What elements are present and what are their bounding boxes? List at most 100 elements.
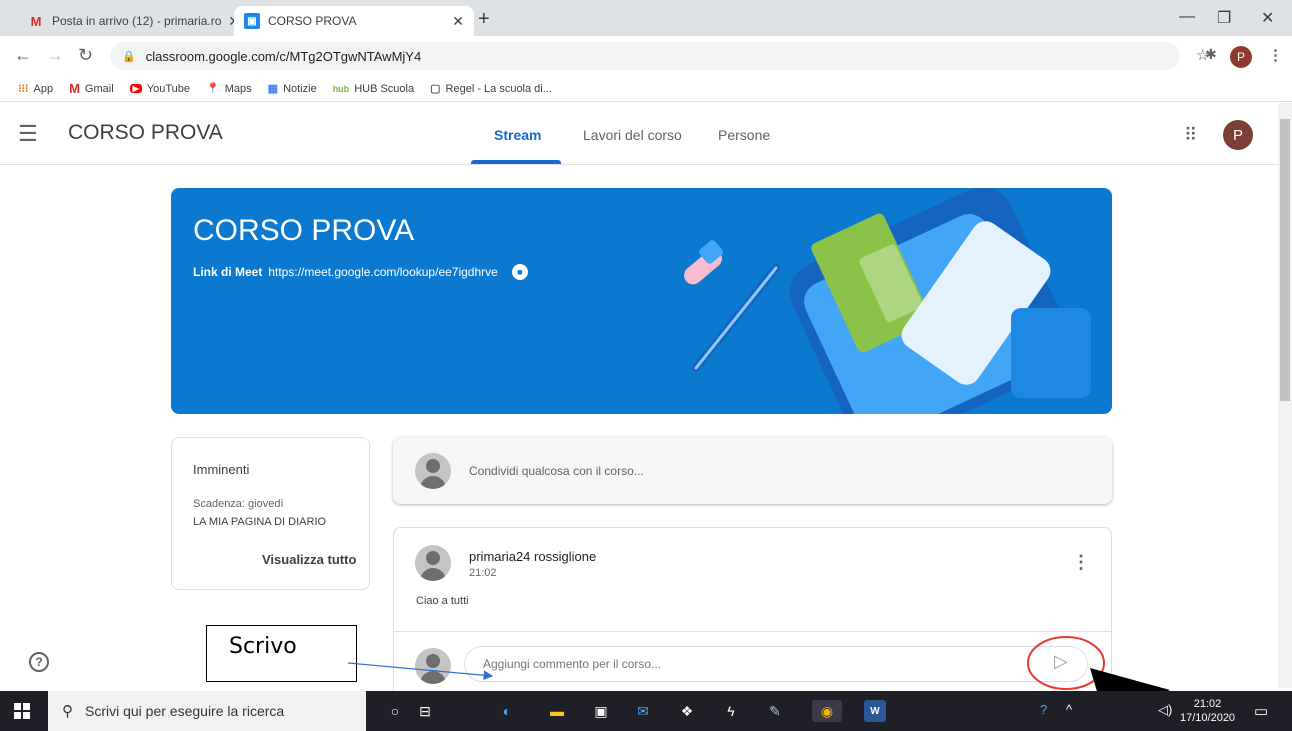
bookmark-maps[interactable]: 📍 Maps bbox=[206, 82, 252, 96]
store-icon[interactable]: ▣ bbox=[590, 700, 612, 722]
tab-title: CORSO PROVA bbox=[268, 14, 357, 28]
comment-input[interactable] bbox=[464, 646, 1088, 682]
help-tray-icon[interactable]: ? bbox=[1040, 702, 1047, 717]
tab-title: Posta in arrivo (12) - primaria.ros bbox=[52, 14, 223, 28]
upcoming-title: Imminenti bbox=[193, 462, 250, 477]
account-avatar[interactable]: P bbox=[1223, 120, 1253, 150]
post-time: 21:02 bbox=[469, 567, 497, 579]
user-avatar bbox=[415, 648, 451, 684]
bookmark-label: Maps bbox=[224, 82, 252, 95]
lock-icon: 🔒 bbox=[122, 50, 136, 63]
word-icon[interactable]: W bbox=[864, 700, 886, 722]
forward-icon[interactable]: → bbox=[46, 45, 64, 66]
backpack-illustration bbox=[684, 188, 1091, 414]
bookmark-label: Gmail bbox=[84, 82, 114, 95]
browser-toolbar: ← → ↻ 🔒 classroom.google.com/c/MTg2OTgwN… bbox=[0, 36, 1292, 76]
page-icon: ▢ bbox=[430, 83, 441, 95]
course-title[interactable]: CORSO PROVA bbox=[68, 121, 223, 145]
apps-grid-icon: ⁝⁝⁝ bbox=[18, 83, 29, 95]
send-icon[interactable]: ▷ bbox=[1054, 651, 1068, 672]
upcoming-card: Imminenti Scadenza: giovedì LA MIA PAGIN… bbox=[171, 437, 370, 590]
user-avatar bbox=[415, 453, 451, 489]
clock-date: 17/10/2020 bbox=[1180, 712, 1236, 724]
search-placeholder: Scrivi qui per eseguire la ricerca bbox=[85, 703, 285, 719]
app-icon[interactable]: ϟ bbox=[720, 700, 742, 722]
paint-icon[interactable]: ✎ bbox=[764, 700, 786, 722]
share-box[interactable]: Condividi qualcosa con il corso... bbox=[393, 437, 1112, 504]
stream-post: primaria24 rossiglione 21:02 ⋮ Ciao a tu… bbox=[393, 527, 1112, 697]
bookmark-youtube[interactable]: ▶ YouTube bbox=[129, 82, 191, 95]
tab-gmail[interactable]: M Posta in arrivo (12) - primaria.ros ✕ bbox=[18, 6, 250, 36]
windows-start-icon[interactable] bbox=[14, 703, 30, 719]
reload-icon[interactable]: ↻ bbox=[78, 45, 93, 66]
classroom-icon: ▣ bbox=[244, 13, 260, 29]
share-placeholder[interactable]: Condividi qualcosa con il corso... bbox=[469, 464, 644, 478]
more-options-icon[interactable]: ⋮ bbox=[1072, 552, 1090, 573]
task-view-icon[interactable]: ⊟ bbox=[414, 700, 436, 722]
view-all-link[interactable]: Visualizza tutto bbox=[262, 552, 356, 567]
address-bar[interactable]: 🔒 classroom.google.com/c/MTg2OTgwNTAwMjY… bbox=[110, 42, 1180, 70]
bookmark-label: Regel - La scuola di... bbox=[445, 82, 552, 95]
bookmark-label: HUB Scuola bbox=[354, 82, 415, 95]
file-explorer-icon[interactable]: ▬ bbox=[546, 700, 568, 722]
bookmark-hub-scuola[interactable]: hub HUB Scuola bbox=[333, 83, 414, 95]
gmail-icon: M bbox=[30, 13, 42, 29]
windows-taskbar: ⚲ Scrivi qui per eseguire la ricerca ○ ⊟… bbox=[0, 691, 1292, 731]
divider bbox=[394, 631, 1111, 632]
tab-classroom[interactable]: ▣ CORSO PROVA ✕ bbox=[234, 6, 474, 36]
tab-people[interactable]: Persone bbox=[718, 127, 770, 143]
edge-icon[interactable]: ◐ bbox=[496, 700, 518, 722]
puzzle-icon[interactable]: ✱ bbox=[1205, 46, 1217, 63]
hamburger-menu-icon[interactable]: ☰ bbox=[18, 121, 38, 147]
search-icon: ⚲ bbox=[62, 703, 73, 720]
minimize-icon[interactable]: — bbox=[1179, 8, 1195, 26]
bookmark-label: YouTube bbox=[146, 82, 191, 95]
course-banner: CORSO PROVA Link di Meet https://meet.go… bbox=[171, 188, 1112, 414]
bookmark-label: App bbox=[33, 82, 54, 95]
maps-icon: 📍 bbox=[206, 83, 220, 95]
clock-time: 21:02 bbox=[1193, 698, 1222, 710]
chrome-menu-icon[interactable]: ⋮ bbox=[1268, 46, 1283, 64]
tab-stream[interactable]: Stream bbox=[494, 127, 541, 143]
notification-icon[interactable]: ▭ bbox=[1254, 702, 1268, 720]
post-author: primaria24 rossiglione bbox=[469, 549, 597, 564]
taskbar-search[interactable]: ⚲ Scrivi qui per eseguire la ricerca bbox=[48, 691, 366, 731]
tray-chevron-icon[interactable]: ^ bbox=[1066, 702, 1072, 717]
hub-icon: hub bbox=[332, 83, 350, 94]
active-tab-indicator bbox=[471, 160, 561, 164]
tab-classwork[interactable]: Lavori del corso bbox=[583, 127, 682, 143]
bookmark-label: Notizie bbox=[283, 82, 317, 95]
back-icon[interactable]: ← bbox=[14, 45, 32, 66]
upcoming-due: Scadenza: giovedì bbox=[193, 498, 284, 510]
volume-icon[interactable]: ◁) bbox=[1158, 702, 1172, 718]
post-body: Ciao a tutti bbox=[416, 595, 469, 607]
close-tab-icon[interactable]: ✕ bbox=[452, 13, 464, 30]
cortana-icon[interactable]: ○ bbox=[384, 700, 406, 722]
annotation-note: Scrivo bbox=[206, 625, 357, 682]
browser-tab-strip: M Posta in arrivo (12) - primaria.ros ✕ … bbox=[0, 0, 1292, 36]
bookmark-app[interactable]: ⁝⁝⁝ App bbox=[18, 82, 54, 96]
url-text: classroom.google.com/c/MTg2OTgwNTAwMjY4 bbox=[145, 48, 422, 64]
bookmarks-bar: ⁝⁝⁝ App M Gmail ▶ YouTube 📍 Maps ▦ Notizie hu… bbox=[0, 76, 1292, 102]
dropbox-icon[interactable]: ❖ bbox=[676, 700, 698, 722]
youtube-icon: ▶ bbox=[129, 84, 142, 93]
google-apps-icon[interactable]: ⠿ bbox=[1184, 125, 1197, 146]
page-scrollbar[interactable] bbox=[1278, 103, 1292, 688]
gmail-icon: M bbox=[69, 81, 80, 96]
news-icon: ▦ bbox=[267, 83, 279, 95]
classroom-header: ☰ CORSO PROVA Stream Lavori del corso Pe… bbox=[0, 103, 1278, 165]
help-icon[interactable]: ? bbox=[29, 652, 49, 672]
restore-icon[interactable]: ❐ bbox=[1217, 8, 1231, 28]
new-tab-icon[interactable]: + bbox=[478, 8, 490, 31]
bookmark-news[interactable]: ▦ Notizie bbox=[267, 82, 317, 96]
chrome-icon[interactable]: ◉ bbox=[812, 700, 842, 722]
clock[interactable]: 21:02 17/10/2020 bbox=[1180, 697, 1235, 725]
scrollbar-thumb[interactable] bbox=[1280, 119, 1290, 401]
author-avatar bbox=[415, 545, 451, 581]
bookmark-regel[interactable]: ▢ Regel - La scuola di... bbox=[430, 82, 552, 96]
bookmark-gmail[interactable]: M Gmail bbox=[69, 81, 114, 96]
upcoming-assignment[interactable]: LA MIA PAGINA DI DIARIO bbox=[193, 516, 326, 528]
close-window-icon[interactable]: ✕ bbox=[1261, 8, 1274, 28]
mail-icon[interactable]: ✉ bbox=[632, 700, 654, 722]
browser-profile-avatar[interactable]: P bbox=[1230, 46, 1252, 68]
